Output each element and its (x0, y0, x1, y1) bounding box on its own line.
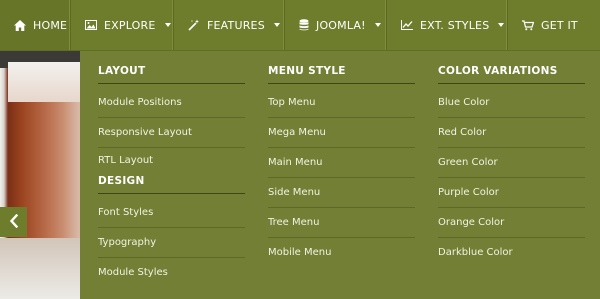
menu-link-module-positions[interactable]: Module Positions (98, 88, 245, 118)
menu-link-responsive-layout[interactable]: Responsive Layout (98, 118, 245, 148)
nav-item-home[interactable]: HOME (0, 0, 71, 50)
menu-link-red-color[interactable]: Red Color (438, 118, 585, 148)
mega-menu-column-menu-style: MENU STYLE Top Menu Mega Menu Main Menu … (268, 51, 415, 267)
background-photo-highlight (8, 62, 80, 102)
menu-link-tree-menu[interactable]: Tree Menu (268, 208, 415, 238)
menu-link-typography[interactable]: Typography (98, 228, 245, 258)
menu-link-main-menu[interactable]: Main Menu (268, 148, 415, 178)
nav-item-joomla[interactable]: JOOMLA! (285, 0, 387, 50)
menu-link-top-menu[interactable]: Top Menu (268, 88, 415, 118)
menu-link-mega-menu[interactable]: Mega Menu (268, 118, 415, 148)
menu-link-blue-color[interactable]: Blue Color (438, 88, 585, 118)
magic-wand-icon (188, 19, 200, 31)
nav-item-label: HOME (33, 18, 68, 32)
background-photo-bottom (0, 238, 80, 299)
nav-item-features[interactable]: FEATURES (174, 0, 285, 50)
menu-link-purple-color[interactable]: Purple Color (438, 178, 585, 208)
nav-item-label: EXT. STYLES (420, 18, 490, 32)
section-title-design: DESIGN (98, 170, 245, 194)
menu-link-rtl-layout[interactable]: RTL Layout (98, 148, 245, 170)
nav-item-label: FEATURES (207, 18, 265, 32)
menu-link-side-menu[interactable]: Side Menu (268, 178, 415, 208)
chart-line-icon (401, 19, 413, 31)
mega-menu-panel: LAYOUT Module Positions Responsive Layou… (80, 51, 600, 299)
image-icon (85, 19, 97, 31)
menu-link-font-styles[interactable]: Font Styles (98, 198, 245, 228)
section-title-menu-style: MENU STYLE (268, 60, 415, 84)
mega-menu-column-layout: LAYOUT Module Positions Responsive Layou… (98, 51, 245, 287)
caret-down-icon (374, 23, 381, 27)
menu-link-mobile-menu[interactable]: Mobile Menu (268, 238, 415, 267)
section-title-color-variations: COLOR VARIATIONS (438, 60, 585, 84)
caret-down-icon (273, 23, 280, 27)
slider-prev-button[interactable] (0, 207, 27, 237)
home-icon (14, 19, 26, 31)
section-title-layout: LAYOUT (98, 60, 245, 84)
nav-item-ext-styles[interactable]: EXT. STYLES (387, 0, 508, 50)
nav-item-label: JOOMLA! (316, 18, 366, 32)
mega-menu-column-color-variations: COLOR VARIATIONS Blue Color Red Color Gr… (438, 51, 585, 267)
database-icon (299, 19, 309, 31)
chevron-left-icon (9, 213, 19, 232)
menu-link-darkblue-color[interactable]: Darkblue Color (438, 238, 585, 267)
caret-down-icon (164, 23, 171, 27)
nav-item-label: GET IT (541, 18, 578, 32)
nav-item-label: EXPLORE (104, 18, 156, 32)
menu-link-orange-color[interactable]: Orange Color (438, 208, 585, 238)
cart-icon (522, 19, 534, 31)
main-navbar: HOME EXPLORE FEATURES JOOMLA! EXT. STYLE… (0, 0, 600, 51)
menu-link-module-styles[interactable]: Module Styles (98, 258, 245, 287)
nav-item-get-it[interactable]: GET IT (508, 0, 600, 50)
nav-item-explore[interactable]: EXPLORE (71, 0, 174, 50)
caret-down-icon (498, 23, 505, 27)
menu-link-green-color[interactable]: Green Color (438, 148, 585, 178)
